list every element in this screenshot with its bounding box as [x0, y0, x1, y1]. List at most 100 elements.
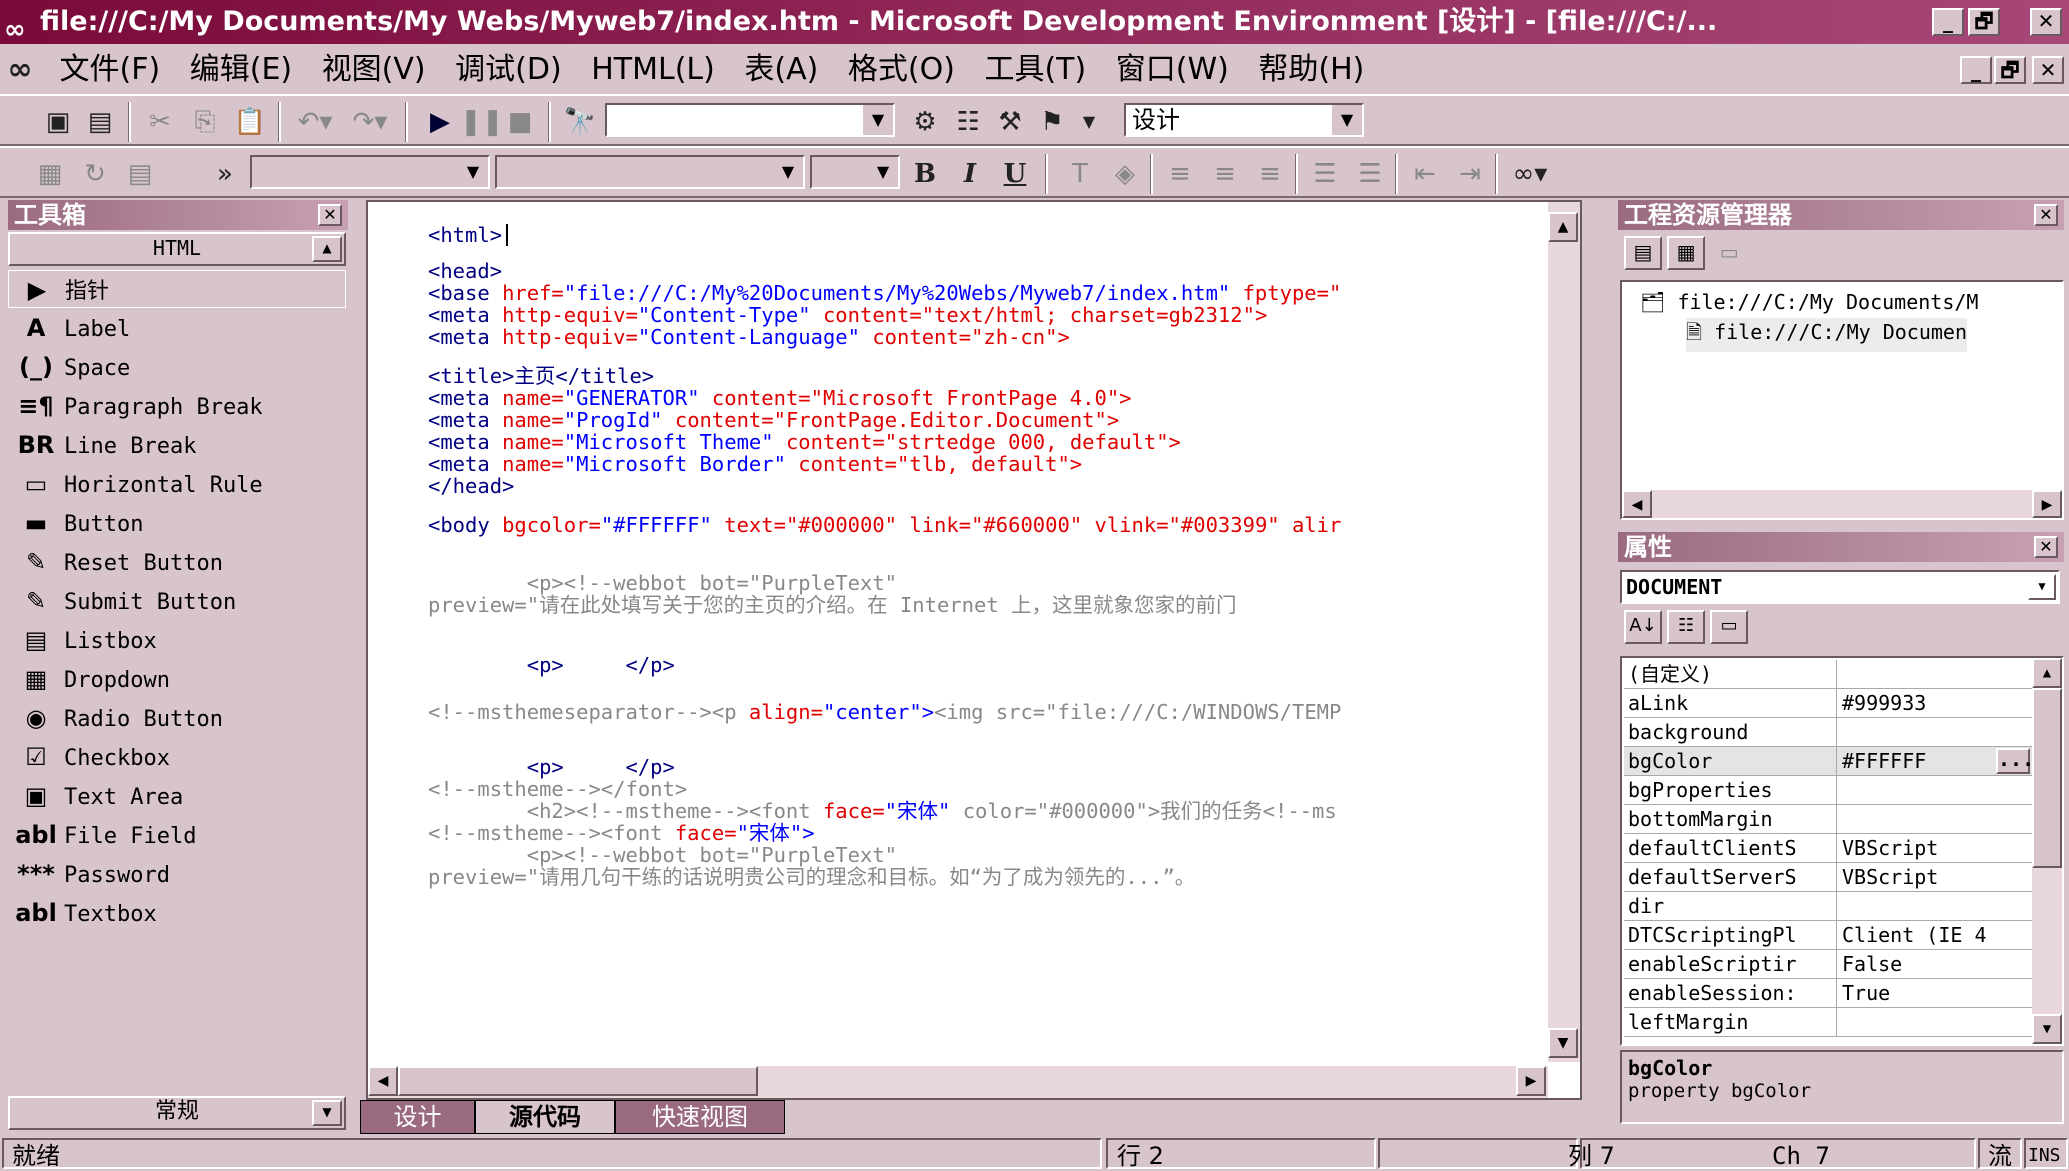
toolbox-item[interactable]: ▶ 指针: [8, 270, 346, 308]
doc-close-button[interactable]: ✕: [2032, 56, 2064, 84]
layout-icon[interactable]: ▦: [30, 156, 70, 192]
menu-window[interactable]: 窗口(W): [1106, 46, 1239, 94]
property-row[interactable]: bottomMargin: [1624, 805, 2034, 834]
font-size-combo[interactable]: ▼: [810, 155, 900, 189]
highlight-icon[interactable]: ◈: [1105, 156, 1145, 192]
scroll-down-icon[interactable]: ▼: [312, 1100, 342, 1126]
toolbox-item[interactable]: ≡¶ Paragraph Break: [8, 387, 346, 425]
editor-vertical-scrollbar[interactable]: ▲ ▼: [1548, 202, 1580, 1062]
toolbox-item[interactable]: ▣ Text Area: [8, 777, 346, 815]
property-row[interactable]: dir: [1624, 892, 2034, 921]
chevron-down-icon[interactable]: ▼: [773, 157, 803, 187]
menu-edit[interactable]: 编辑(E): [180, 46, 302, 94]
indent-icon[interactable]: ⇥: [1450, 156, 1490, 192]
find-combo[interactable]: ▼: [605, 103, 895, 137]
property-pages-icon[interactable]: ▭: [1710, 610, 1749, 644]
paragraph-style-combo[interactable]: ▼: [250, 155, 490, 189]
object-combo[interactable]: DOCUMENT ▼: [1620, 570, 2060, 604]
bullet-list-icon[interactable]: ☰: [1350, 156, 1390, 192]
close-icon[interactable]: ✕: [2034, 536, 2058, 558]
doc-minimize-button[interactable]: _: [1960, 56, 1992, 84]
close-button[interactable]: ✕: [2030, 8, 2062, 36]
scroll-left-icon[interactable]: ◀: [368, 1066, 398, 1096]
property-row[interactable]: background: [1624, 718, 2034, 747]
property-row[interactable]: bgColor #FFFFFF...: [1624, 747, 2034, 776]
scroll-up-icon[interactable]: ▲: [2032, 658, 2062, 688]
explorer-horizontal-scrollbar[interactable]: ◀ ▶: [1622, 490, 2062, 518]
toolbox-item[interactable]: *** Password: [8, 855, 346, 893]
find-icon[interactable]: 🔭: [560, 104, 600, 140]
pause-icon[interactable]: ❚❚: [460, 104, 504, 140]
toolbox-item[interactable]: ▬ Button: [8, 504, 346, 542]
underline-button[interactable]: U: [995, 156, 1035, 192]
refresh-icon[interactable]: ▭: [1710, 238, 1748, 272]
save-all-icon[interactable]: ▤: [80, 104, 120, 140]
property-row[interactable]: defaultClientS VBScript: [1624, 834, 2034, 863]
toolbox-item[interactable]: abl File Field: [8, 816, 346, 854]
chevron-down-icon[interactable]: ▼: [868, 157, 898, 187]
property-row[interactable]: defaultServerS VBScript: [1624, 863, 2034, 892]
view-code-icon[interactable]: ▤: [1624, 236, 1662, 270]
scroll-up-icon[interactable]: ▲: [1548, 212, 1578, 242]
scroll-down-icon[interactable]: ▼: [2032, 1014, 2062, 1044]
sort-category-icon[interactable]: ☷: [1667, 610, 1706, 644]
chevron-down-icon[interactable]: ▼: [2028, 574, 2056, 600]
scroll-left-icon[interactable]: ◀: [1622, 490, 1652, 518]
run-icon[interactable]: ▶: [420, 104, 460, 140]
align-right-icon[interactable]: ≡: [1250, 156, 1290, 192]
mode-combo[interactable]: 设计 ▼: [1124, 103, 1364, 137]
tab-source[interactable]: 源代码: [475, 1100, 615, 1134]
toolbox-item[interactable]: A Label: [8, 309, 346, 347]
toolbox-item[interactable]: ▦ Dropdown: [8, 660, 346, 698]
close-icon[interactable]: ✕: [2034, 204, 2058, 226]
chevron-down-icon[interactable]: ▼: [863, 105, 893, 135]
chevron-down-icon[interactable]: ▼: [1332, 105, 1362, 135]
link-icon[interactable]: ∞▾: [1505, 156, 1555, 192]
toolbox-item[interactable]: ☑ Checkbox: [8, 738, 346, 776]
scroll-up-icon[interactable]: ▲: [312, 236, 342, 262]
property-row[interactable]: enableSession: True: [1624, 979, 2034, 1008]
ellipsis-button[interactable]: ...: [1996, 748, 2034, 774]
doc-maximize-button[interactable]: 🗗: [1994, 56, 2026, 84]
project-explorer-icon[interactable]: ⚙: [905, 104, 945, 140]
menu-file[interactable]: 文件(F): [50, 46, 171, 94]
numbered-list-icon[interactable]: ☰: [1305, 156, 1345, 192]
toolbox-item[interactable]: ✎ Reset Button: [8, 543, 346, 581]
toolbox-item[interactable]: ▤ Listbox: [8, 621, 346, 659]
property-row[interactable]: leftMargin: [1624, 1008, 2034, 1037]
properties-vertical-scrollbar[interactable]: ▲ ▼: [2032, 658, 2062, 1044]
align-left-icon[interactable]: ≡: [1160, 156, 1200, 192]
outline-icon[interactable]: ▤: [120, 156, 160, 192]
toolbox-item[interactable]: ✎ Submit Button: [8, 582, 346, 620]
scroll-down-icon[interactable]: ▼: [1548, 1028, 1578, 1058]
toolbox-item[interactable]: (_) Space: [8, 348, 346, 386]
font-name-combo[interactable]: ▼: [495, 155, 805, 189]
undo-icon[interactable]: ↶▾: [290, 104, 340, 140]
menu-help[interactable]: 帮助(H): [1248, 46, 1374, 94]
refresh-icon[interactable]: ↻: [75, 156, 115, 192]
maximize-button[interactable]: 🗗: [1968, 8, 2000, 36]
paste-icon[interactable]: 📋: [230, 104, 270, 140]
property-row[interactable]: aLink #999933: [1624, 689, 2034, 718]
bold-button[interactable]: B: [905, 156, 945, 192]
tab-design[interactable]: 设计: [360, 1100, 475, 1134]
tree-node-file[interactable]: 🗎 file:///C:/My Documen: [1686, 318, 1968, 352]
tree-node-root[interactable]: 🗂 file:///C:/My Documents/M: [1640, 290, 1978, 314]
toolbox-tab-html[interactable]: HTML ▲: [8, 232, 346, 266]
scroll-thumb[interactable]: [398, 1066, 758, 1096]
property-row[interactable]: (自定义): [1624, 660, 2034, 689]
copy-icon[interactable]: ⎘: [185, 104, 225, 140]
scroll-right-icon[interactable]: ▶: [1516, 1066, 1546, 1096]
overflow-icon[interactable]: »: [210, 156, 240, 192]
menu-tools[interactable]: 工具(T): [974, 46, 1096, 94]
properties-icon[interactable]: ☷: [948, 104, 988, 140]
font-color-icon[interactable]: T: [1060, 156, 1100, 192]
object-browser-icon[interactable]: ⚑: [1032, 104, 1072, 140]
stop-icon[interactable]: ■: [500, 104, 540, 140]
cut-icon[interactable]: ✂: [140, 104, 180, 140]
chevron-down-icon[interactable]: ▼: [1074, 104, 1104, 140]
outdent-icon[interactable]: ⇤: [1405, 156, 1445, 192]
menu-table[interactable]: 表(A): [734, 46, 828, 94]
property-row[interactable]: enableScriptir False: [1624, 950, 2034, 979]
property-row[interactable]: bgProperties: [1624, 776, 2034, 805]
